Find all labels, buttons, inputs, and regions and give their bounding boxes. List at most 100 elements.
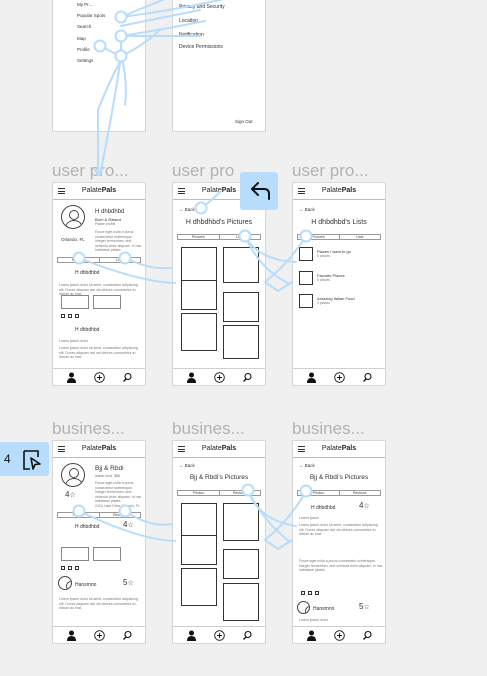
list-item-count: 0 places: [317, 278, 331, 282]
business-bio: Fusce eget nulla a purus consectetur sce…: [95, 481, 142, 503]
profile-tabs[interactable]: Pictures Lists: [57, 257, 141, 263]
review-photo: [61, 547, 89, 561]
list-item-count: 0 places: [317, 254, 331, 258]
search-icon[interactable]: [122, 372, 133, 383]
star-icon: ☆: [127, 522, 134, 529]
sign-out-link[interactable]: Sign Out: [235, 119, 253, 125]
search-icon[interactable]: [242, 372, 253, 383]
picture-tile[interactable]: [223, 549, 259, 579]
frame-title-business-reviews: busines...: [292, 419, 365, 438]
tab-photos[interactable]: Photos: [58, 513, 99, 517]
back-action-button[interactable]: [240, 172, 278, 210]
picture-tile[interactable]: [223, 325, 259, 359]
list-thumbnail: [299, 247, 313, 261]
back-link[interactable]: ← Back: [299, 463, 315, 469]
tab-pictures[interactable]: Pictures: [178, 235, 219, 239]
frame-title-user-profile: user pro...: [52, 161, 129, 180]
list-thumbnail: [299, 294, 313, 308]
bottom-nav: [53, 368, 145, 385]
lists-title: H dhbdhbd's Lists: [311, 219, 367, 226]
tab-reviews[interactable]: Reviews: [218, 491, 261, 495]
picture-tile[interactable]: [181, 313, 217, 351]
reaction-box[interactable]: [301, 591, 305, 595]
picture-tile[interactable]: [223, 292, 259, 322]
menu-item-profile[interactable]: My Pr...: [77, 2, 92, 8]
frame-title-business-profile: busines...: [52, 419, 125, 438]
picture-tile[interactable]: [181, 568, 217, 606]
review-author: H dhbdhbd: [75, 524, 100, 530]
menu-item-popular-spots[interactable]: Popular Spots: [77, 13, 105, 19]
search-icon[interactable]: [362, 372, 373, 383]
settings-device-permissions[interactable]: Device Permissions: [179, 44, 223, 50]
business-tabs[interactable]: Photos Reviews: [57, 512, 141, 518]
reaction-box[interactable]: [308, 591, 312, 595]
user-lists-screen: PalatePals ← Back H dhbdhbd's Lists Pict…: [292, 182, 386, 386]
plus-circle-icon[interactable]: [94, 630, 105, 641]
pictures-tabs[interactable]: Photos Reviews: [177, 490, 261, 496]
tab-pictures[interactable]: Pictures: [58, 258, 99, 262]
user-icon[interactable]: [66, 630, 77, 641]
settings-notification[interactable]: Notification: [179, 32, 204, 38]
menu-item-profile-2[interactable]: Profile: [77, 47, 90, 53]
menu-item-settings[interactable]: Settings: [77, 58, 93, 64]
user-icon[interactable]: [306, 630, 317, 641]
business-profile-screen: PalatePals Bjj & Rbdi Italian food, $$$ …: [52, 440, 146, 644]
menu-item-map[interactable]: Map: [77, 36, 86, 42]
tab-lists[interactable]: Lists: [98, 258, 141, 262]
picture-tile[interactable]: [223, 503, 259, 541]
frame-title-business-pictures: busines...: [172, 419, 245, 438]
user-icon[interactable]: [306, 372, 317, 383]
back-link[interactable]: ← Back: [299, 207, 315, 213]
back-link[interactable]: ← Back: [179, 463, 195, 469]
picture-tile[interactable]: [223, 583, 259, 621]
settings-location[interactable]: Location: [179, 18, 198, 24]
user-icon[interactable]: [186, 372, 197, 383]
app-logo: PalatePals: [201, 445, 237, 452]
plus-circle-icon[interactable]: [214, 372, 225, 383]
reviews-title: Bjj & Rbdi's Pictures: [309, 474, 369, 481]
plus-circle-icon[interactable]: [334, 372, 345, 383]
tab-pictures[interactable]: Pictures: [298, 235, 339, 239]
user-icon[interactable]: [66, 372, 77, 383]
reaction-box[interactable]: [61, 314, 65, 318]
tab-photos[interactable]: Photos: [298, 491, 339, 495]
plus-circle-icon[interactable]: [94, 372, 105, 383]
reaction-box[interactable]: [61, 566, 65, 570]
back-link[interactable]: ← Back: [179, 207, 195, 213]
star-icon: ☆: [363, 503, 370, 510]
search-icon[interactable]: [122, 630, 133, 641]
reaction-box[interactable]: [68, 314, 72, 318]
search-icon[interactable]: [362, 630, 373, 641]
reaction-box[interactable]: [68, 566, 72, 570]
reaction-box[interactable]: [75, 566, 79, 570]
search-icon[interactable]: [242, 630, 253, 641]
plus-circle-icon[interactable]: [214, 630, 225, 641]
pictures-tabs[interactable]: Pictures Lists: [177, 234, 261, 240]
review-author-2: H dhbdhbd: [75, 327, 100, 333]
pictures-title: H dhbdhbd's Pictures: [185, 219, 253, 226]
picture-tile[interactable]: [223, 247, 259, 283]
flow-start-badge[interactable]: 4: [0, 442, 49, 476]
tab-lists[interactable]: Lists: [338, 235, 381, 239]
settings-privacy[interactable]: Privacy and Security: [179, 4, 225, 10]
tab-lists[interactable]: Lists: [218, 235, 261, 239]
picture-tile[interactable]: [181, 280, 217, 310]
pictures-title: Bjj & Rbdi's Pictures: [189, 474, 249, 481]
reviews-tabs[interactable]: Photos Reviews: [297, 490, 381, 496]
picture-tile[interactable]: [181, 535, 217, 565]
user-icon[interactable]: [186, 630, 197, 641]
lists-tabs[interactable]: Pictures Lists: [297, 234, 381, 240]
picture-tile[interactable]: [181, 503, 217, 539]
bottom-nav: [53, 626, 145, 643]
reaction-box[interactable]: [315, 591, 319, 595]
review-label: Lorem ipsum dolor: [59, 339, 88, 343]
reaction-box[interactable]: [75, 314, 79, 318]
menu-item-search[interactable]: Search: [77, 24, 91, 30]
tab-photos[interactable]: Photos: [178, 491, 219, 495]
star-icon: ☆: [127, 580, 134, 587]
tab-reviews[interactable]: Reviews: [98, 513, 141, 517]
picture-tile[interactable]: [181, 247, 217, 283]
review-author-2: Hansmno: [313, 606, 335, 612]
plus-circle-icon[interactable]: [334, 630, 345, 641]
tab-reviews[interactable]: Reviews: [338, 491, 381, 495]
